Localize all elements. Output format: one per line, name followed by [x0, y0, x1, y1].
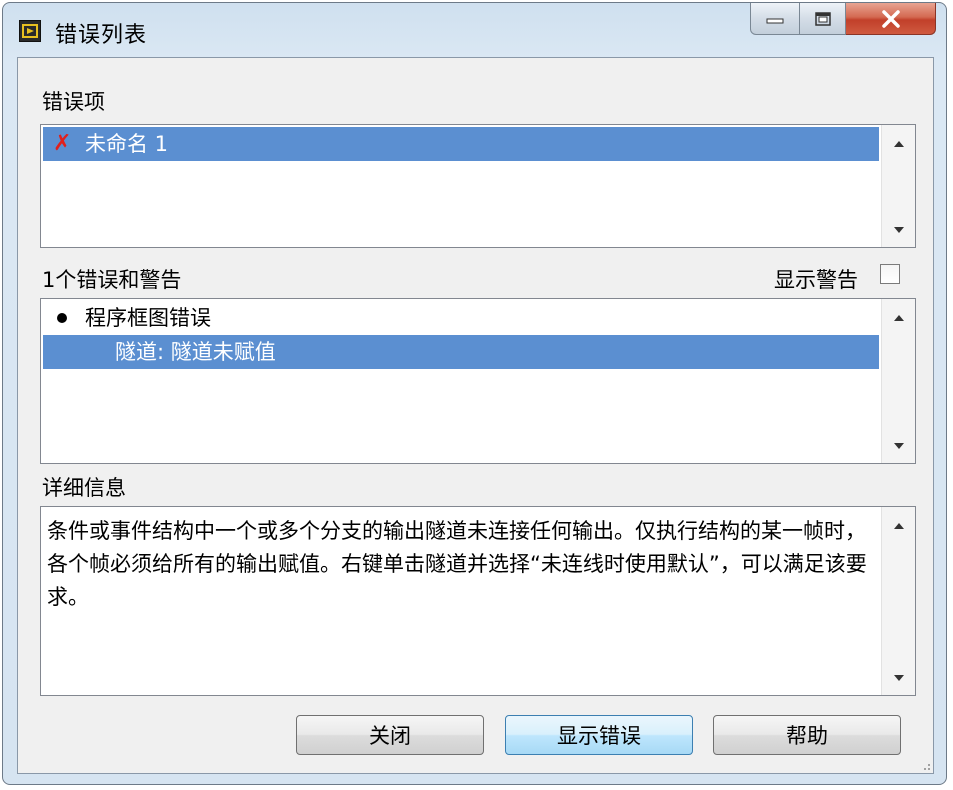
- error-item-name: 未命名 1: [85, 132, 169, 156]
- errors-warnings-count-label: 1个错误和警告: [42, 268, 182, 292]
- window-title: 错误列表: [55, 23, 148, 48]
- error-items-scrollbar[interactable]: [881, 125, 915, 247]
- close-window-button[interactable]: [846, 3, 936, 35]
- error-x-icon: ✗: [53, 131, 72, 156]
- show-warnings-label: 显示警告: [774, 268, 858, 292]
- show-warnings-checkbox[interactable]: [880, 264, 900, 284]
- scroll-down-arrow-icon[interactable]: [882, 435, 915, 457]
- scroll-down-arrow-icon[interactable]: [882, 667, 915, 689]
- scroll-up-arrow-icon[interactable]: [882, 515, 915, 537]
- title-bar[interactable]: 错误列表: [3, 3, 946, 57]
- maximize-icon: [814, 11, 831, 26]
- details-text: 条件或事件结构中一个或多个分支的输出隧道未连接任何输出。仅执行结构的某一帧时，各…: [47, 519, 867, 609]
- help-button[interactable]: 帮助: [713, 715, 901, 755]
- minimize-icon: [766, 18, 784, 23]
- maximize-button[interactable]: [800, 3, 846, 35]
- close-icon: [881, 9, 900, 28]
- caption-buttons: [750, 3, 936, 35]
- minimize-button[interactable]: [750, 3, 800, 35]
- show-error-button[interactable]: 显示错误: [505, 715, 693, 755]
- tree-item-block-diagram-errors[interactable]: 程序框图错误: [43, 301, 879, 335]
- list-item-unnamed-1[interactable]: ✗ 未命名 1: [43, 127, 879, 161]
- errors-warnings-list[interactable]: 程序框图错误 隧道: 隧道未赋值: [40, 298, 916, 464]
- details-textbox[interactable]: 条件或事件结构中一个或多个分支的输出隧道未连接任何输出。仅执行结构的某一帧时，各…: [40, 506, 916, 696]
- scroll-down-arrow-icon[interactable]: [882, 219, 915, 241]
- error-items-label: 错误项: [42, 90, 105, 114]
- details-scrollbar[interactable]: [881, 507, 915, 695]
- labview-app-icon: [19, 20, 41, 42]
- dialog-client-area: 错误项 ✗ 未命名 1 1个错误和警告 显示警告 程序框图错误 隧道: 隧道未赋…: [17, 57, 934, 774]
- tree-item-tunnel-unassigned[interactable]: 隧道: 隧道未赋值: [43, 335, 879, 369]
- bullet-icon: [57, 313, 67, 323]
- close-button[interactable]: 关闭: [296, 715, 484, 755]
- errors-warnings-scrollbar[interactable]: [881, 299, 915, 463]
- scroll-up-arrow-icon[interactable]: [882, 133, 915, 155]
- error-list-window: 错误列表 错误项 ✗ 未命名 1 1个错误和警告 显示警告 程序框图错误 隧道:…: [2, 2, 947, 785]
- scroll-up-arrow-icon[interactable]: [882, 307, 915, 329]
- tree-item-label: 隧道: 隧道未赋值: [115, 340, 276, 364]
- resize-grip-icon[interactable]: [919, 759, 931, 771]
- error-items-list[interactable]: ✗ 未命名 1: [40, 124, 916, 248]
- details-label: 详细信息: [42, 476, 126, 500]
- tree-group-label: 程序框图错误: [85, 306, 211, 330]
